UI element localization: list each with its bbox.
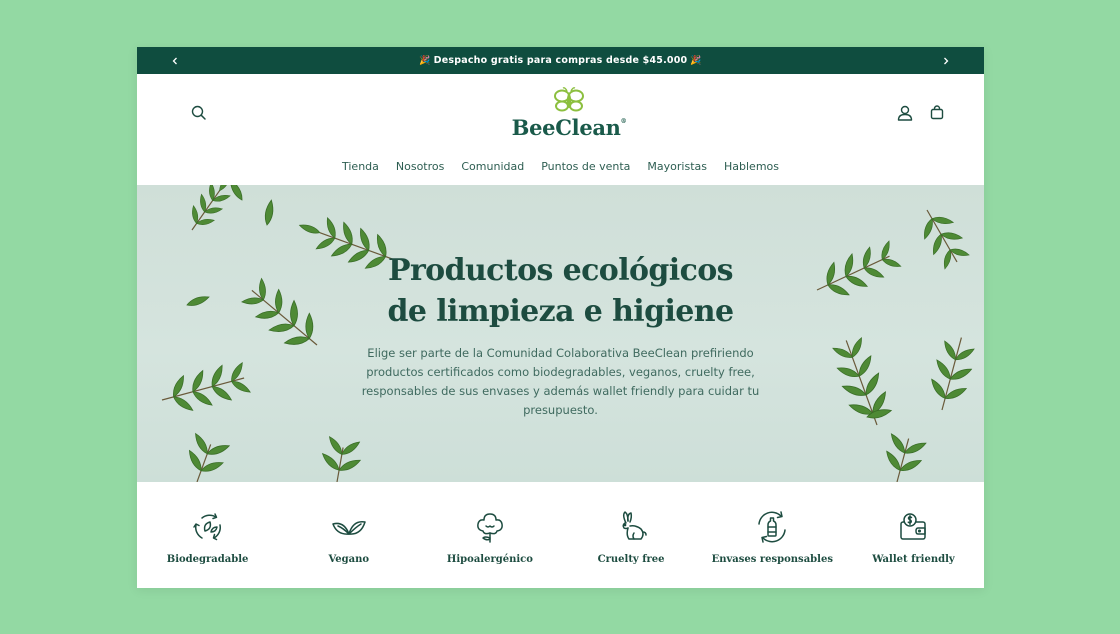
nav-item-mayoristas[interactable]: Mayoristas (647, 160, 707, 173)
recycle-leaves-icon (190, 509, 226, 545)
nav-item-nosotros[interactable]: Nosotros (396, 160, 444, 173)
search-icon[interactable] (189, 103, 209, 123)
wallet-icon (895, 509, 931, 545)
announcement-text: Despacho gratis para compras desde $45.0… (433, 55, 688, 66)
announcement-bar: 🎉 Despacho gratis para compras desde $45… (137, 47, 984, 74)
cotton-flower-icon (472, 509, 508, 545)
hero-title: Productos ecológicos de limpieza e higie… (387, 253, 735, 329)
brand-wordmark: BeeClean® (511, 115, 627, 140)
nav-item-puntos-de-venta[interactable]: Puntos de venta (541, 160, 630, 173)
feature-label: Envases responsables (711, 554, 833, 565)
website-frame: 🎉 Despacho gratis para compras desde $45… (137, 47, 984, 588)
feature-label: Cruelty free (597, 554, 665, 565)
party-popper-icon: 🎉 (690, 55, 702, 66)
feature-vegano: Vegano (278, 482, 419, 588)
feature-label: Vegano (328, 554, 370, 565)
hero-description: Elige ser parte de la Comunidad Colabora… (361, 346, 760, 417)
chevron-right-icon[interactable] (934, 47, 958, 74)
nav-item-comunidad[interactable]: Comunidad (461, 160, 524, 173)
feature-label: Hipoalergénico (446, 554, 533, 565)
chevron-left-icon[interactable] (163, 47, 187, 74)
feature-wallet-friendly: Wallet friendly (843, 482, 984, 588)
hero-banner: Productos ecológicos de limpieza e higie… (137, 185, 984, 482)
hero-content: Productos ecológicos de limpieza e higie… (337, 250, 784, 420)
feature-label: Wallet friendly (872, 554, 955, 565)
brand-logo[interactable]: BeeClean® (511, 87, 627, 145)
nav-item-hablemos[interactable]: Hablemos (724, 160, 779, 173)
cart-icon[interactable] (927, 103, 947, 123)
bee-logo-icon (554, 87, 584, 112)
rabbit-icon (613, 509, 649, 545)
feature-envases-responsables: Envases responsables (702, 482, 843, 588)
feature-cruelty-free: Cruelty free (561, 482, 702, 588)
feature-hipoalergenico: Hipoalergénico (419, 482, 560, 588)
feature-biodegradable: Biodegradable (137, 482, 278, 588)
account-icon[interactable] (895, 103, 915, 123)
party-popper-icon: 🎉 (419, 55, 431, 66)
nav-item-tienda[interactable]: Tienda (342, 160, 379, 173)
bottle-recycle-icon (754, 509, 790, 545)
leaves-icon (331, 509, 367, 545)
site-header: BeeClean® (137, 74, 984, 152)
main-nav: Tienda Nosotros Comunidad Puntos de vent… (137, 152, 984, 185)
features-bar: Biodegradable Vegano Hipoalergénico Crue… (137, 482, 984, 588)
feature-label: Biodegradable (166, 554, 249, 565)
